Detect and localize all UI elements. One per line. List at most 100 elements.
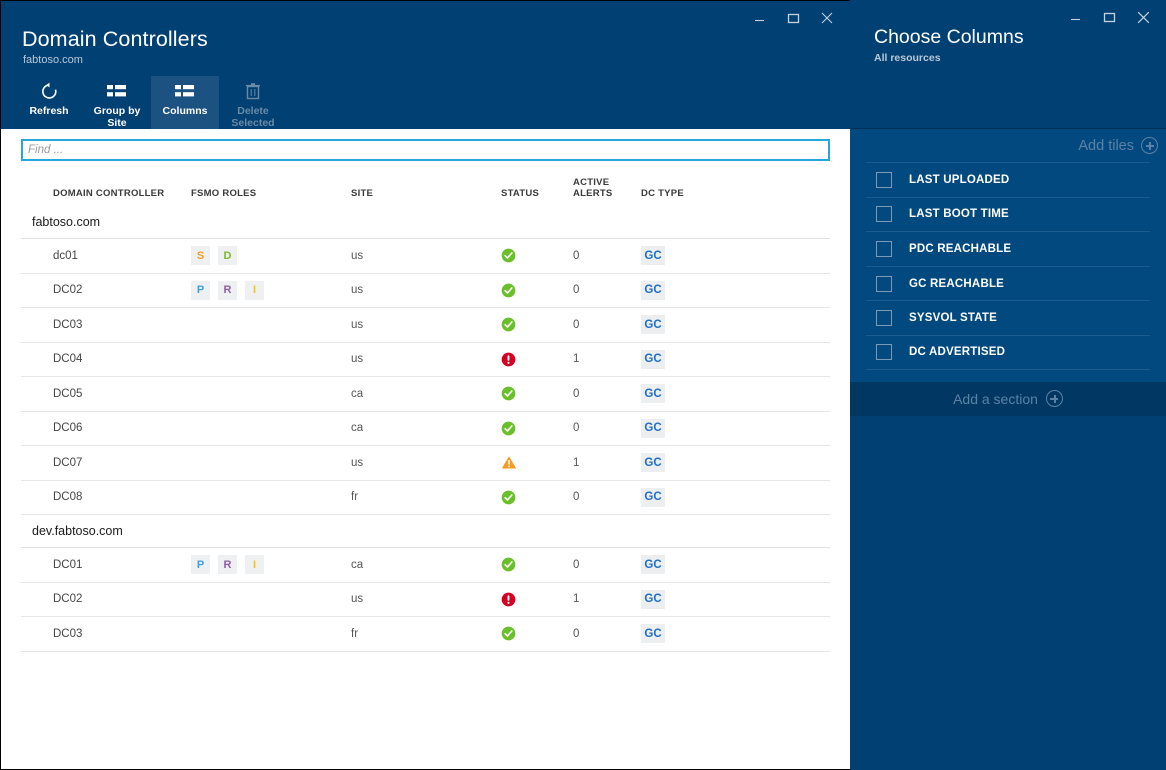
table-row[interactable]: dc01 S Dus 0 GC bbox=[21, 239, 830, 274]
add-a-section-bar[interactable]: Add a section bbox=[850, 381, 1166, 416]
status-ok-icon bbox=[501, 421, 516, 436]
cell-domain-controller: DC03 bbox=[53, 627, 83, 640]
cell-dc-type: GC bbox=[641, 349, 731, 369]
column-header-status[interactable]: STATUS bbox=[501, 188, 573, 199]
checkbox-icon[interactable] bbox=[876, 206, 892, 223]
cell-domain-controller: dc01 bbox=[53, 249, 78, 262]
checkbox-icon[interactable] bbox=[876, 310, 892, 327]
column-header-site[interactable]: SITE bbox=[351, 188, 501, 199]
column-option-last-boot-time[interactable]: LAST BOOT TIME bbox=[866, 196, 1150, 232]
status-error-icon bbox=[501, 352, 516, 367]
close-icon[interactable] bbox=[1126, 4, 1160, 30]
table-row[interactable]: DC03 us 0 GC bbox=[21, 308, 830, 343]
table-group-header: dev.fabtoso.com bbox=[21, 515, 830, 548]
column-option-pdc-reachable[interactable]: PDC REACHABLE bbox=[866, 231, 1150, 266]
status-ok-icon bbox=[501, 626, 516, 641]
table-row[interactable]: DC01 P R Ica 0 GC bbox=[21, 548, 830, 583]
search-input[interactable] bbox=[21, 139, 830, 161]
table-body: fabtoso.com dc01 S Dus 0 GC DC02 P R Ius 0 GC DC03 us… bbox=[21, 206, 830, 652]
column-header-active-alerts[interactable]: ACTIVE ALERTS bbox=[573, 177, 641, 199]
maximize-icon[interactable] bbox=[776, 5, 810, 31]
close-icon[interactable] bbox=[810, 5, 844, 31]
list-columns-icon bbox=[107, 81, 127, 101]
table-row[interactable]: DC04 us 1 GC bbox=[21, 343, 830, 377]
cell-site: us bbox=[351, 593, 364, 606]
table-row[interactable]: DC07 us 1 GC bbox=[21, 446, 830, 481]
gc-badge: GC bbox=[641, 555, 665, 575]
minimize-icon[interactable] bbox=[1058, 4, 1092, 30]
table-row[interactable]: DC02 us 1 GC bbox=[21, 583, 830, 617]
status-ok-icon bbox=[501, 490, 516, 505]
cell-status bbox=[501, 248, 573, 263]
checkbox-icon[interactable] bbox=[876, 344, 892, 361]
group-by-site-button[interactable]: Group by Site bbox=[83, 76, 151, 129]
column-header-domain-controller[interactable]: DOMAIN CONTROLLER bbox=[21, 188, 191, 199]
fsmo-badge-r: R bbox=[218, 555, 237, 575]
plus-circle-icon bbox=[1045, 390, 1063, 408]
cell-active-alerts: 0 bbox=[573, 387, 580, 400]
cell-status bbox=[501, 592, 573, 607]
application-root: Domain Controllers fabtoso.com Refresh G… bbox=[0, 0, 1166, 770]
cell-site: us bbox=[351, 456, 364, 469]
gc-badge: GC bbox=[641, 280, 665, 300]
add-tiles-label: Add tiles bbox=[1078, 137, 1134, 154]
add-tiles-bar[interactable]: Add tiles bbox=[850, 128, 1166, 162]
table-row[interactable]: DC08 fr 0 GC bbox=[21, 481, 830, 515]
cell-status bbox=[501, 386, 573, 401]
status-ok-icon bbox=[501, 283, 516, 298]
cell-domain-controller: DC01 bbox=[53, 558, 83, 571]
column-option-gc-reachable[interactable]: GC REACHABLE bbox=[866, 265, 1150, 301]
column-options-list: LAST UPLOADED LAST BOOT TIME PDC REACHABLE… bbox=[850, 162, 1166, 370]
fsmo-badge-group: PRI bbox=[191, 555, 351, 575]
column-option-dc-advertised[interactable]: DC ADVERTISED bbox=[866, 334, 1150, 370]
checkbox-icon[interactable] bbox=[876, 171, 892, 188]
maximize-icon[interactable] bbox=[1092, 4, 1126, 30]
fsmo-badge-r: R bbox=[218, 280, 237, 300]
fsmo-badge-group: SD bbox=[191, 246, 351, 266]
status-ok-icon bbox=[501, 386, 516, 401]
minimize-icon[interactable] bbox=[742, 5, 776, 31]
side-panel-title: Choose Columns bbox=[874, 26, 1024, 48]
refresh-label: Refresh bbox=[29, 105, 69, 117]
checkbox-icon[interactable] bbox=[876, 275, 892, 292]
column-option-label: LAST BOOT TIME bbox=[909, 208, 1009, 221]
cell-site: us bbox=[351, 318, 364, 331]
gc-badge: GC bbox=[641, 384, 665, 404]
table-row[interactable]: DC06 ca 0 GC bbox=[21, 412, 830, 446]
checkbox-icon[interactable] bbox=[876, 240, 892, 257]
cell-domain-controller: DC04 bbox=[53, 353, 83, 366]
fsmo-badge-i: I bbox=[245, 280, 264, 300]
plus-circle-icon bbox=[1141, 137, 1158, 154]
gc-badge: GC bbox=[641, 589, 665, 609]
column-header-fsmo-roles[interactable]: FSMO ROLES bbox=[191, 188, 351, 199]
fsmo-badge-group: PRI bbox=[191, 280, 351, 300]
column-header-dc-type[interactable]: DC TYPE bbox=[641, 188, 731, 199]
cell-site: fr bbox=[351, 491, 359, 504]
columns-button[interactable]: Columns bbox=[151, 76, 219, 129]
table-row[interactable]: DC02 P R Ius 0 GC bbox=[21, 274, 830, 308]
add-a-section-label: Add a section bbox=[953, 390, 1038, 407]
column-option-sysvol-state[interactable]: SYSVOL STATE bbox=[866, 300, 1150, 335]
refresh-button[interactable]: Refresh bbox=[15, 76, 83, 129]
cell-dc-type: GC bbox=[641, 555, 731, 575]
column-option-last-uploaded[interactable]: LAST UPLOADED bbox=[866, 162, 1150, 197]
cell-status bbox=[501, 455, 573, 470]
cell-active-alerts: 0 bbox=[573, 627, 580, 640]
table-row[interactable]: DC05 ca 0 GC bbox=[21, 377, 830, 412]
gc-badge: GC bbox=[641, 349, 665, 369]
table-row[interactable]: DC03 fr 0 GC bbox=[21, 617, 830, 652]
cell-site: us bbox=[351, 353, 364, 366]
panel-empty-area bbox=[850, 415, 1166, 770]
delete-selected-label: Delete Selected bbox=[231, 105, 275, 129]
cell-active-alerts: 0 bbox=[573, 318, 580, 331]
cell-dc-type: GC bbox=[641, 280, 731, 300]
cell-dc-type: GC bbox=[641, 624, 731, 644]
cell-active-alerts: 0 bbox=[573, 558, 580, 571]
cell-status bbox=[501, 283, 573, 298]
delete-selected-button[interactable]: Delete Selected bbox=[219, 76, 287, 129]
cell-site: us bbox=[351, 284, 364, 297]
columns-label: Columns bbox=[162, 105, 208, 117]
gc-badge: GC bbox=[641, 315, 665, 335]
table-header-row: DOMAIN CONTROLLER FSMO ROLES SITE STATUS… bbox=[21, 161, 830, 206]
side-panel-subtitle: All resources bbox=[874, 52, 941, 64]
